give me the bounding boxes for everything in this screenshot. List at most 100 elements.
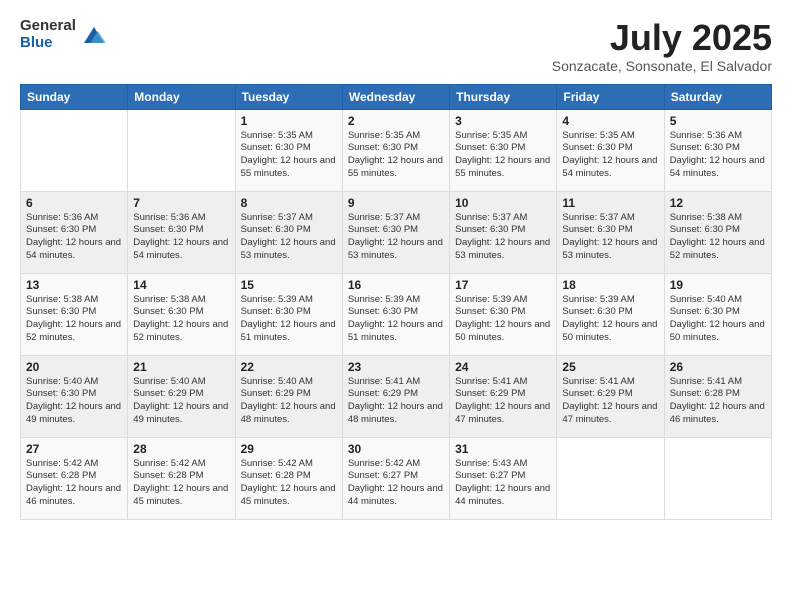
week-row-1: 1 Sunrise: 5:35 AMSunset: 6:30 PMDaylight… xyxy=(21,109,772,191)
day-number: 12 xyxy=(670,196,766,210)
week-row-5: 27 Sunrise: 5:42 AMSunset: 6:28 PMDayligh… xyxy=(21,437,772,519)
col-header-friday: Friday xyxy=(557,84,664,109)
day-info: Sunrise: 5:37 AMSunset: 6:30 PMDaylight:… xyxy=(455,212,551,263)
day-cell: 12 Sunrise: 5:38 AMSunset: 6:30 PMDayligh… xyxy=(664,191,771,273)
col-header-tuesday: Tuesday xyxy=(235,84,342,109)
day-info: Sunrise: 5:40 AMSunset: 6:29 PMDaylight:… xyxy=(241,376,337,427)
day-cell: 7 Sunrise: 5:36 AMSunset: 6:30 PMDaylight… xyxy=(128,191,235,273)
day-cell: 23Sunrise: 5:41 AMSunset: 6:29 PMDayligh… xyxy=(342,355,449,437)
day-info: Sunrise: 5:38 AMSunset: 6:30 PMDaylight:… xyxy=(670,212,766,263)
day-number: 10 xyxy=(455,196,551,210)
day-number: 13 xyxy=(26,278,122,292)
day-number: 31 xyxy=(455,442,551,456)
month-title: July 2025 xyxy=(552,18,772,58)
col-header-sunday: Sunday xyxy=(21,84,128,109)
day-cell: 31Sunrise: 5:43 AMSunset: 6:27 PMDayligh… xyxy=(450,437,557,519)
day-number: 2 xyxy=(348,114,444,128)
day-info: Sunrise: 5:40 AMSunset: 6:30 PMDaylight:… xyxy=(670,294,766,345)
day-cell: 16Sunrise: 5:39 AMSunset: 6:30 PMDayligh… xyxy=(342,273,449,355)
day-number: 15 xyxy=(241,278,337,292)
day-info: Sunrise: 5:42 AMSunset: 6:27 PMDaylight:… xyxy=(348,458,444,509)
subtitle: Sonzacate, Sonsonate, El Salvador xyxy=(552,58,772,74)
day-info: Sunrise: 5:35 AMSunset: 6:30 PMDaylight:… xyxy=(241,130,337,181)
day-number: 14 xyxy=(133,278,229,292)
col-header-monday: Monday xyxy=(128,84,235,109)
day-info: Sunrise: 5:39 AMSunset: 6:30 PMDaylight:… xyxy=(241,294,337,345)
logo-icon xyxy=(80,21,108,49)
day-cell xyxy=(21,109,128,191)
day-info: Sunrise: 5:37 AMSunset: 6:30 PMDaylight:… xyxy=(241,212,337,263)
day-cell: 19 Sunrise: 5:40 AMSunset: 6:30 PMDayligh… xyxy=(664,273,771,355)
day-cell: 27Sunrise: 5:42 AMSunset: 6:28 PMDayligh… xyxy=(21,437,128,519)
day-info: Sunrise: 5:35 AMSunset: 6:30 PMDaylight:… xyxy=(348,130,444,181)
col-header-saturday: Saturday xyxy=(664,84,771,109)
day-number: 30 xyxy=(348,442,444,456)
day-cell: 1 Sunrise: 5:35 AMSunset: 6:30 PMDaylight… xyxy=(235,109,342,191)
day-number: 1 xyxy=(241,114,337,128)
day-info: Sunrise: 5:39 AMSunset: 6:30 PMDaylight:… xyxy=(562,294,658,345)
day-info: Sunrise: 5:41 AMSunset: 6:29 PMDaylight:… xyxy=(562,376,658,427)
week-row-2: 6Sunrise: 5:36 AMSunset: 6:30 PMDaylight… xyxy=(21,191,772,273)
day-cell: 15 Sunrise: 5:39 AMSunset: 6:30 PMDayligh… xyxy=(235,273,342,355)
day-cell: 10 Sunrise: 5:37 AMSunset: 6:30 PMDayligh… xyxy=(450,191,557,273)
day-info: Sunrise: 5:41 AMSunset: 6:28 PMDaylight:… xyxy=(670,376,766,427)
day-number: 27 xyxy=(26,442,122,456)
day-number: 5 xyxy=(670,114,766,128)
day-info: Sunrise: 5:41 AMSunset: 6:29 PMDaylight:… xyxy=(455,376,551,427)
header: General Blue July 2025 Sonzacate, Sonson… xyxy=(20,18,772,74)
day-info: Sunrise: 5:41 AMSunset: 6:29 PMDaylight:… xyxy=(348,376,444,427)
day-cell xyxy=(557,437,664,519)
header-row: SundayMondayTuesdayWednesdayThursdayFrid… xyxy=(21,84,772,109)
day-cell: 20Sunrise: 5:40 AMSunset: 6:30 PMDayligh… xyxy=(21,355,128,437)
day-info: Sunrise: 5:37 AMSunset: 6:30 PMDaylight:… xyxy=(562,212,658,263)
day-number: 9 xyxy=(348,196,444,210)
day-number: 18 xyxy=(562,278,658,292)
week-row-3: 13 Sunrise: 5:38 AMSunset: 6:30 PMDayligh… xyxy=(21,273,772,355)
day-cell: 28 Sunrise: 5:42 AMSunset: 6:28 PMDayligh… xyxy=(128,437,235,519)
logo-blue: Blue xyxy=(20,35,76,52)
day-number: 29 xyxy=(241,442,337,456)
day-cell xyxy=(128,109,235,191)
day-cell: 4 Sunrise: 5:35 AMSunset: 6:30 PMDaylight… xyxy=(557,109,664,191)
day-cell: 3 Sunrise: 5:35 AMSunset: 6:30 PMDaylight… xyxy=(450,109,557,191)
day-number: 16 xyxy=(348,278,444,292)
day-info: Sunrise: 5:36 AMSunset: 6:30 PMDaylight:… xyxy=(133,212,229,263)
day-cell: 26 Sunrise: 5:41 AMSunset: 6:28 PMDayligh… xyxy=(664,355,771,437)
day-cell: 22 Sunrise: 5:40 AMSunset: 6:29 PMDayligh… xyxy=(235,355,342,437)
day-cell: 21Sunrise: 5:40 AMSunset: 6:29 PMDayligh… xyxy=(128,355,235,437)
day-info: Sunrise: 5:39 AMSunset: 6:30 PMDaylight:… xyxy=(455,294,551,345)
week-row-4: 20Sunrise: 5:40 AMSunset: 6:30 PMDayligh… xyxy=(21,355,772,437)
day-info: Sunrise: 5:42 AMSunset: 6:28 PMDaylight:… xyxy=(133,458,229,509)
day-info: Sunrise: 5:42 AMSunset: 6:28 PMDaylight:… xyxy=(241,458,337,509)
day-cell: 11 Sunrise: 5:37 AMSunset: 6:30 PMDayligh… xyxy=(557,191,664,273)
calendar-table: SundayMondayTuesdayWednesdayThursdayFrid… xyxy=(20,84,772,520)
day-number: 17 xyxy=(455,278,551,292)
day-number: 24 xyxy=(455,360,551,374)
day-cell: 25 Sunrise: 5:41 AMSunset: 6:29 PMDayligh… xyxy=(557,355,664,437)
day-number: 8 xyxy=(241,196,337,210)
day-number: 25 xyxy=(562,360,658,374)
col-header-thursday: Thursday xyxy=(450,84,557,109)
day-info: Sunrise: 5:35 AMSunset: 6:30 PMDaylight:… xyxy=(562,130,658,181)
day-number: 22 xyxy=(241,360,337,374)
day-cell: 6Sunrise: 5:36 AMSunset: 6:30 PMDaylight… xyxy=(21,191,128,273)
day-cell: 13 Sunrise: 5:38 AMSunset: 6:30 PMDayligh… xyxy=(21,273,128,355)
day-cell: 2 Sunrise: 5:35 AMSunset: 6:30 PMDaylight… xyxy=(342,109,449,191)
day-number: 20 xyxy=(26,360,122,374)
day-info: Sunrise: 5:37 AMSunset: 6:30 PMDaylight:… xyxy=(348,212,444,263)
day-number: 11 xyxy=(562,196,658,210)
page: General Blue July 2025 Sonzacate, Sonson… xyxy=(0,0,792,612)
day-cell: 14 Sunrise: 5:38 AMSunset: 6:30 PMDayligh… xyxy=(128,273,235,355)
day-info: Sunrise: 5:38 AMSunset: 6:30 PMDaylight:… xyxy=(26,294,122,345)
day-number: 3 xyxy=(455,114,551,128)
day-cell: 30 Sunrise: 5:42 AMSunset: 6:27 PMDayligh… xyxy=(342,437,449,519)
day-number: 4 xyxy=(562,114,658,128)
day-info: Sunrise: 5:38 AMSunset: 6:30 PMDaylight:… xyxy=(133,294,229,345)
day-info: Sunrise: 5:36 AMSunset: 6:30 PMDaylight:… xyxy=(26,212,122,263)
day-info: Sunrise: 5:40 AMSunset: 6:29 PMDaylight:… xyxy=(133,376,229,427)
day-number: 19 xyxy=(670,278,766,292)
day-number: 28 xyxy=(133,442,229,456)
day-number: 26 xyxy=(670,360,766,374)
day-info: Sunrise: 5:35 AMSunset: 6:30 PMDaylight:… xyxy=(455,130,551,181)
day-number: 7 xyxy=(133,196,229,210)
